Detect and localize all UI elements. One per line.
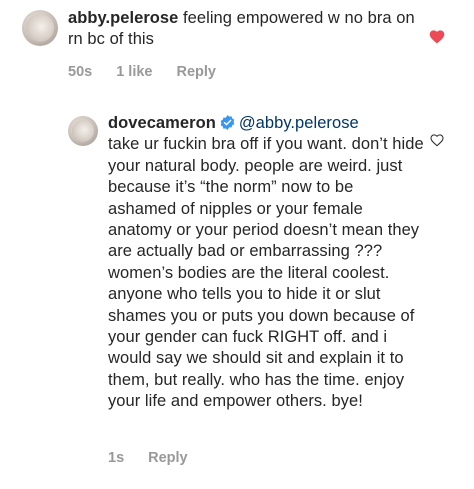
reply-mention[interactable]: @abby.pelerose xyxy=(239,114,359,132)
comment-body: abby.pelerose feeling empowered w no bra… xyxy=(68,8,428,51)
comments-panel: abby.pelerose feeling empowered w no bra… xyxy=(0,0,474,489)
heart-outline-icon[interactable] xyxy=(429,133,445,147)
reply-text: take ur fuckin bra off if you want. don’… xyxy=(108,135,424,411)
reply-meta: 1s Reply xyxy=(108,450,188,466)
reply-username[interactable]: dovecameron xyxy=(108,114,216,132)
verified-badge-icon xyxy=(220,115,235,130)
reply-button[interactable]: Reply xyxy=(148,450,188,466)
avatar[interactable] xyxy=(68,116,98,146)
comment-like-count[interactable]: 1 like xyxy=(116,64,152,80)
heart-filled-icon[interactable] xyxy=(428,28,446,44)
avatar[interactable] xyxy=(22,10,58,46)
comment-username[interactable]: abby.pelerose xyxy=(68,9,178,27)
comment-timestamp: 50s xyxy=(68,64,93,80)
reply-body: dovecameron @abby.pelerose take ur fucki… xyxy=(108,113,426,413)
reply-button[interactable]: Reply xyxy=(176,64,216,80)
reply-timestamp: 1s xyxy=(108,450,125,466)
comment-meta: 50s 1 like Reply xyxy=(68,64,216,80)
